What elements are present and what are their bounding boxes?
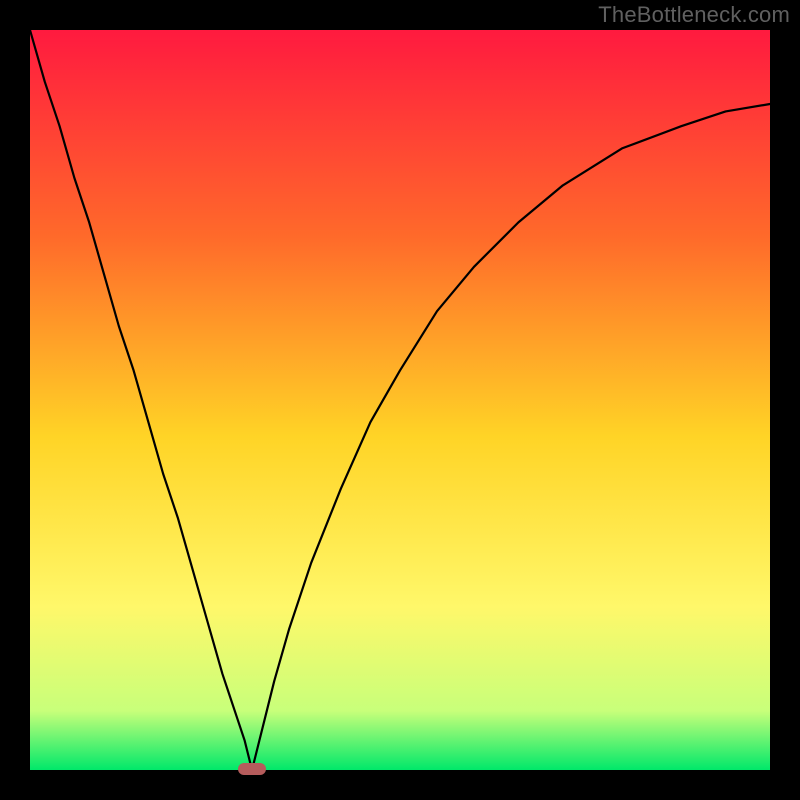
watermark-text: TheBottleneck.com xyxy=(598,2,790,28)
minimum-marker xyxy=(238,763,266,775)
chart-canvas: TheBottleneck.com xyxy=(0,0,800,800)
bottleneck-chart xyxy=(0,0,800,800)
